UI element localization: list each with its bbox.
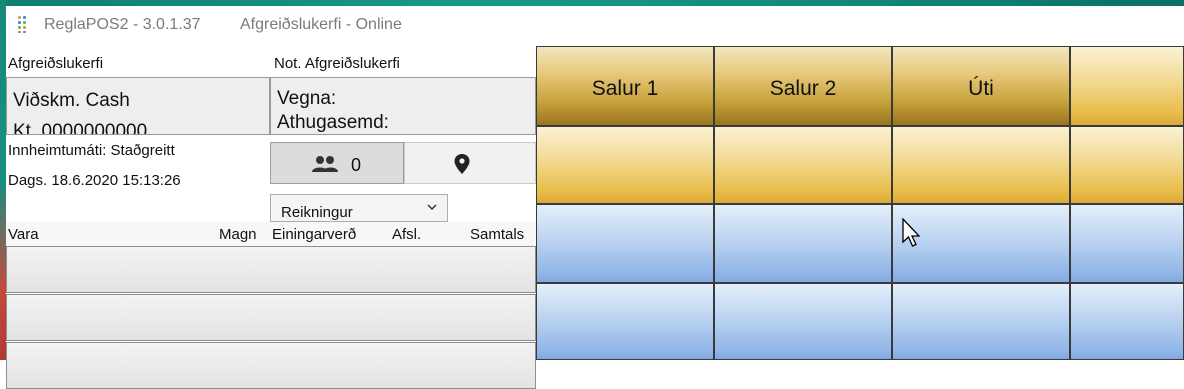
order-row[interactable] xyxy=(6,294,536,341)
tile-table[interactable] xyxy=(892,283,1070,360)
tile-table[interactable] xyxy=(536,204,714,283)
tile-uti[interactable]: Úti xyxy=(892,46,1070,126)
tile-table[interactable] xyxy=(714,204,892,283)
guest-count: 0 xyxy=(351,155,362,175)
col-discount: Afsl. xyxy=(392,226,422,243)
tile-label: Salur 1 xyxy=(591,77,659,100)
app-logo-icon xyxy=(18,16,32,33)
tile-empty[interactable] xyxy=(714,126,892,204)
tile-table[interactable] xyxy=(714,283,892,360)
table-grid: Salur 1 Salur 2 Úti xyxy=(536,46,1184,360)
app-window: ReglaPOS2 - 3.0.1.37 Afgreiðslukerfi - O… xyxy=(6,6,1184,389)
order-row[interactable] xyxy=(6,342,536,389)
order-table-header xyxy=(6,222,536,246)
payment-method: Innheimtumáti: Staðgreitt xyxy=(8,142,175,159)
title-bar[interactable]: ReglaPOS2 - 3.0.1.37 Afgreiðslukerfi - O… xyxy=(6,6,1184,42)
athugasemd-label: Athugasemd: xyxy=(277,112,389,133)
tile-area-4[interactable] xyxy=(1070,46,1184,126)
location-pin-icon xyxy=(454,154,470,174)
tile-table[interactable] xyxy=(536,283,714,360)
col-unit-price: Einingarverð xyxy=(272,226,357,243)
user-label: Not. Afgreiðslukerfi xyxy=(274,55,400,72)
order-note-box[interactable]: Vegna: Athugasemd: xyxy=(270,77,536,135)
invoice-type-value: Reikningur xyxy=(281,204,353,221)
tile-empty[interactable] xyxy=(536,126,714,204)
tile-table[interactable] xyxy=(1070,204,1184,283)
tile-label: Úti xyxy=(968,77,994,100)
tile-salur-2[interactable]: Salur 2 xyxy=(714,46,892,126)
mouse-pointer-icon xyxy=(902,218,921,247)
guests-button[interactable]: 0 xyxy=(270,142,404,184)
vegna-label: Vegna: xyxy=(277,88,337,109)
invoice-type-select[interactable]: Reikningur xyxy=(270,194,448,222)
order-row[interactable] xyxy=(6,246,536,293)
customer-name: Viðskm. Cash xyxy=(13,90,130,111)
tile-salur-1[interactable]: Salur 1 xyxy=(536,46,714,126)
people-icon xyxy=(312,156,338,172)
app-title: ReglaPOS2 - 3.0.1.37 xyxy=(44,16,201,33)
tile-empty[interactable] xyxy=(1070,126,1184,204)
window-subtitle: Afgreiðslukerfi - Online xyxy=(240,16,402,33)
tile-label: Salur 2 xyxy=(769,77,837,100)
col-total: Samtals xyxy=(470,226,525,243)
customer-box[interactable]: Viðskm. Cash Kt. 0000000000 xyxy=(6,77,270,135)
customer-id: Kt. 0000000000 xyxy=(13,121,148,135)
order-date: Dags. 18.6.2020 15:13:26 xyxy=(8,172,181,189)
section-label: Afgreiðslukerfi xyxy=(8,55,104,72)
col-item: Vara xyxy=(8,226,39,243)
tile-empty[interactable] xyxy=(892,126,1070,204)
location-button[interactable] xyxy=(404,142,536,184)
chevron-down-icon xyxy=(427,204,437,211)
col-qty: Magn xyxy=(219,226,257,243)
tile-table[interactable] xyxy=(1070,283,1184,360)
